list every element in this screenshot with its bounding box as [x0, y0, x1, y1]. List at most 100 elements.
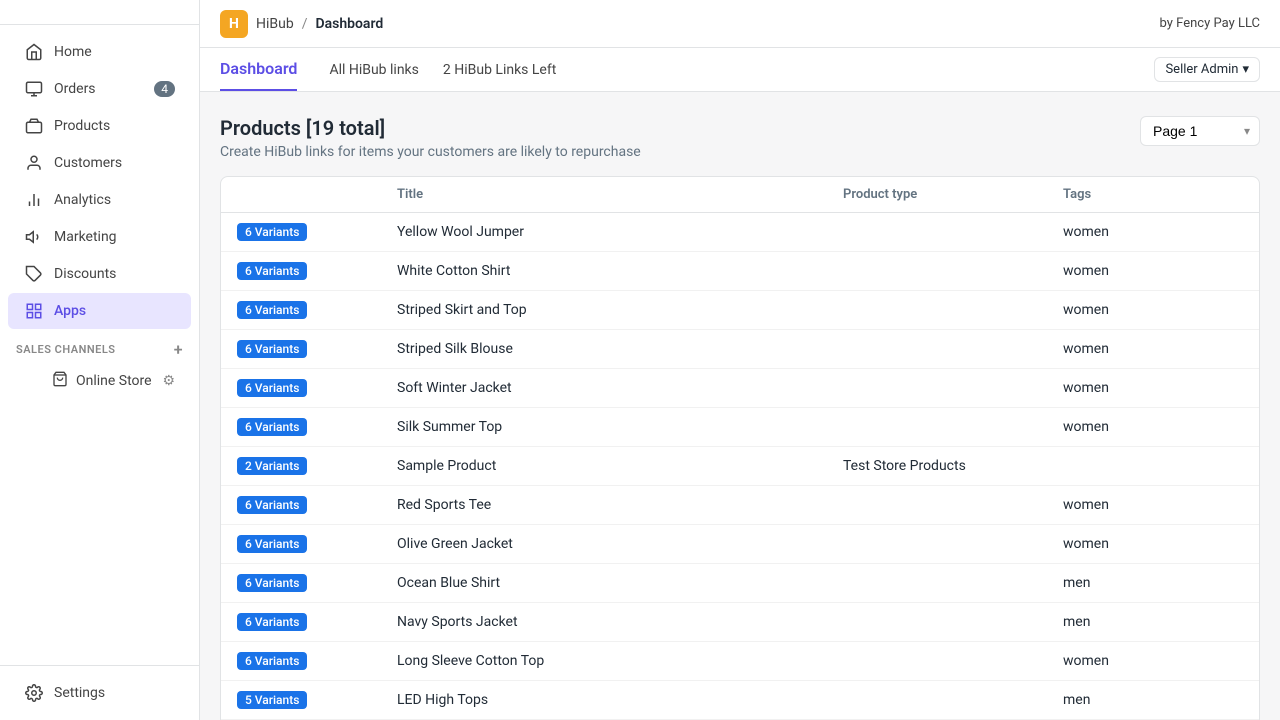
variant-badge[interactable]: 2 Variants — [237, 457, 307, 475]
variant-badge[interactable]: 6 Variants — [237, 223, 307, 241]
sidebar-item-settings[interactable]: Settings — [8, 675, 191, 711]
settings-icon — [24, 683, 44, 703]
sidebar-item-label: Home — [54, 44, 92, 60]
subnav-link-all[interactable]: All HiBub links — [317, 51, 430, 89]
title-cell: Long Sleeve Cotton Top — [397, 653, 843, 669]
sidebar-item-home[interactable]: Home — [8, 34, 191, 70]
title-cell: Silk Summer Top — [397, 419, 843, 435]
variant-badge[interactable]: 6 Variants — [237, 496, 307, 514]
variant-badge[interactable]: 6 Variants — [237, 379, 307, 397]
sidebar-item-label: Products — [54, 118, 110, 134]
sidebar-item-analytics[interactable]: Analytics — [8, 182, 191, 218]
sidebar-item-apps[interactable]: Apps — [8, 293, 191, 329]
sidebar-item-discounts[interactable]: Discounts — [8, 256, 191, 292]
orders-badge: 4 — [154, 81, 175, 97]
page-select[interactable]: Page 1Page 2 — [1140, 116, 1260, 146]
title-cell: Navy Sports Jacket — [397, 614, 843, 630]
table-row: 6 Variants Silk Summer Top women — [221, 408, 1259, 447]
app-icon: H — [220, 10, 248, 38]
table-row: 6 Variants Red Sports Tee women — [221, 486, 1259, 525]
table-row: 6 Variants White Cotton Shirt women — [221, 252, 1259, 291]
variant-badge-cell: 6 Variants — [237, 418, 397, 436]
sidebar-logo — [0, 0, 199, 25]
main-content: H HiBub / Dashboard by Fency Pay LLC Das… — [200, 0, 1280, 720]
table-row: 6 Variants Navy Sports Jacket men — [221, 603, 1259, 642]
variant-badge[interactable]: 6 Variants — [237, 535, 307, 553]
variant-badge[interactable]: 6 Variants — [237, 262, 307, 280]
table-row: 6 Variants Ocean Blue Shirt men — [221, 564, 1259, 603]
products-icon — [24, 116, 44, 136]
title-cell: Soft Winter Jacket — [397, 380, 843, 396]
tags-cell: women — [1063, 263, 1243, 279]
sidebar-item-label: Marketing — [54, 229, 117, 245]
sidebar-item-label: Settings — [54, 685, 105, 701]
title-cell: Striped Silk Blouse — [397, 341, 843, 357]
variant-badge[interactable]: 6 Variants — [237, 418, 307, 436]
breadcrumb-separator: / — [302, 16, 308, 32]
table-row: 6 Variants Striped Silk Blouse women — [221, 330, 1259, 369]
sidebar-item-label: Apps — [54, 303, 86, 319]
sidebar-bottom: Settings — [0, 665, 199, 720]
variant-badge[interactable]: 6 Variants — [237, 574, 307, 592]
online-store-settings-icon[interactable]: ⚙ — [162, 373, 175, 389]
table-row: 5 Variants LED High Tops men — [221, 681, 1259, 720]
topbar: H HiBub / Dashboard by Fency Pay LLC — [200, 0, 1280, 48]
title-cell: Striped Skirt and Top — [397, 302, 843, 318]
variant-badge-cell: 6 Variants — [237, 613, 397, 631]
sidebar-section-sales-channels: SALES CHANNELS + — [0, 330, 199, 363]
variant-badge-cell: 6 Variants — [237, 496, 397, 514]
variant-badge[interactable]: 6 Variants — [237, 340, 307, 358]
tags-cell: women — [1063, 419, 1243, 435]
variant-badge-cell: 6 Variants — [237, 340, 397, 358]
page-select-wrap: Page 1Page 2 ▾ — [1140, 116, 1260, 146]
product-type-cell: Test Store Products — [843, 458, 1063, 474]
table-row: 2 Variants Sample Product Test Store Pro… — [221, 447, 1259, 486]
variant-badge-cell: 6 Variants — [237, 652, 397, 670]
products-area: Products [19 total] Create HiBub links f… — [200, 92, 1280, 720]
col-header-type: Product type — [843, 187, 1063, 202]
subnav-left: Dashboard All HiBub links 2 HiBub Links … — [220, 48, 568, 91]
products-header-text: Products [19 total] Create HiBub links f… — [220, 116, 641, 160]
add-sales-channel-icon[interactable]: + — [174, 340, 183, 359]
products-table: Title Product type Tags 6 Variants Yello… — [220, 176, 1260, 720]
customers-icon — [24, 153, 44, 173]
apps-icon — [24, 301, 44, 321]
col-header-tags: Tags — [1063, 187, 1243, 202]
sidebar-item-products[interactable]: Products — [8, 108, 191, 144]
seller-admin-dropdown[interactable]: Seller Admin ▾ — [1154, 57, 1260, 82]
tags-cell: women — [1063, 341, 1243, 357]
sidebar-sub-item-label: Online Store — [76, 373, 152, 389]
products-title: Products [19 total] — [220, 116, 641, 140]
tags-cell: men — [1063, 692, 1243, 708]
sidebar-item-online-store[interactable]: Online Store ⚙ — [8, 364, 191, 398]
sidebar-item-label: Customers — [54, 155, 122, 171]
analytics-icon — [24, 190, 44, 210]
subnav-title[interactable]: Dashboard — [220, 48, 297, 91]
breadcrumb-parent[interactable]: HiBub — [256, 16, 294, 32]
variant-badge[interactable]: 6 Variants — [237, 652, 307, 670]
tags-cell: men — [1063, 575, 1243, 591]
topbar-by-label: by Fency Pay LLC — [1160, 16, 1260, 31]
col-header-title: Title — [397, 187, 843, 202]
variant-badge[interactable]: 6 Variants — [237, 301, 307, 319]
sidebar-item-marketing[interactable]: Marketing — [8, 219, 191, 255]
variant-badge-cell: 6 Variants — [237, 574, 397, 592]
variant-badge[interactable]: 5 Variants — [237, 691, 307, 709]
tags-cell: women — [1063, 224, 1243, 240]
variant-badge-cell: 5 Variants — [237, 691, 397, 709]
products-header: Products [19 total] Create HiBub links f… — [220, 116, 1260, 160]
variant-badge[interactable]: 6 Variants — [237, 613, 307, 631]
title-cell: Red Sports Tee — [397, 497, 843, 513]
title-cell: Ocean Blue Shirt — [397, 575, 843, 591]
title-cell: Yellow Wool Jumper — [397, 224, 843, 240]
tags-cell: women — [1063, 497, 1243, 513]
sidebar-item-customers[interactable]: Customers — [8, 145, 191, 181]
subnav-link-left[interactable]: 2 HiBub Links Left — [431, 51, 568, 89]
sidebar-item-orders[interactable]: Orders 4 — [8, 71, 191, 107]
table-body: 6 Variants Yellow Wool Jumper women 6 Va… — [221, 213, 1259, 720]
sidebar-nav: Home Orders 4 Products Customers Analy — [0, 25, 199, 665]
tags-cell: women — [1063, 302, 1243, 318]
variant-badge-cell: 6 Variants — [237, 223, 397, 241]
online-store-icon — [52, 371, 68, 391]
marketing-icon — [24, 227, 44, 247]
